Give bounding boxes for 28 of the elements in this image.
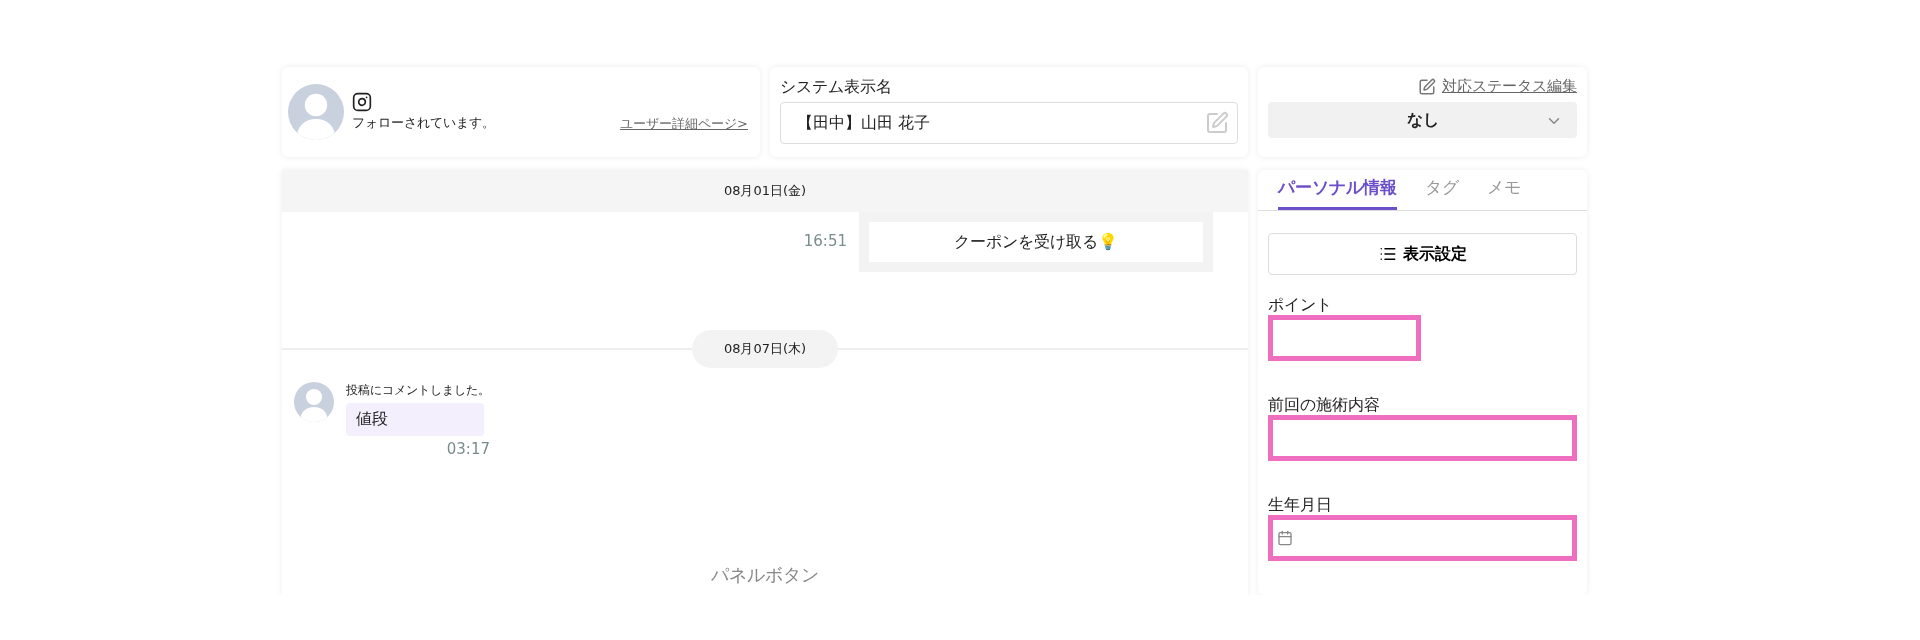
display-name-label: システム表示名 <box>780 77 893 98</box>
message-note: 投稿にコメントしました。 <box>346 382 490 399</box>
edit-icon[interactable] <box>1418 77 1436 96</box>
display-name-field[interactable]: 【田中】山田 花子 <box>780 102 1238 144</box>
instagram-icon <box>352 92 372 112</box>
input-field[interactable] <box>1268 415 1577 461</box>
status-select[interactable]: なし <box>1268 102 1577 138</box>
tab[interactable]: パーソナル情報 <box>1278 176 1397 210</box>
panel-button[interactable]: パネルボタン <box>711 563 819 595</box>
message-time: 16:51 <box>803 232 847 250</box>
calendar-icon <box>1277 530 1293 546</box>
user-detail-link[interactable]: ユーザー詳細ページ> <box>620 115 748 133</box>
avatar <box>294 382 334 422</box>
field-label: 前回の施術内容 <box>1268 395 1381 415</box>
field-label: 生年月日 <box>1268 495 1333 515</box>
coupon-button[interactable]: クーポンを受け取る💡 <box>869 222 1203 262</box>
display-settings-button[interactable]: 表示設定 <box>1268 233 1577 275</box>
avatar <box>288 84 344 140</box>
date-field[interactable] <box>1268 515 1577 561</box>
date-pill: 08月07日(木) <box>691 330 839 368</box>
status-edit-link[interactable]: 対応ステータス編集 <box>1442 77 1577 96</box>
field-label: ポイント <box>1268 295 1333 315</box>
input-field[interactable] <box>1268 315 1421 361</box>
follow-status: フォローされています。 <box>352 114 496 132</box>
list-icon <box>1378 245 1397 263</box>
date-header: 08月01日(金) <box>282 170 1248 212</box>
message-bubble: 値段 <box>346 403 484 436</box>
message-time: 03:17 <box>446 440 490 458</box>
